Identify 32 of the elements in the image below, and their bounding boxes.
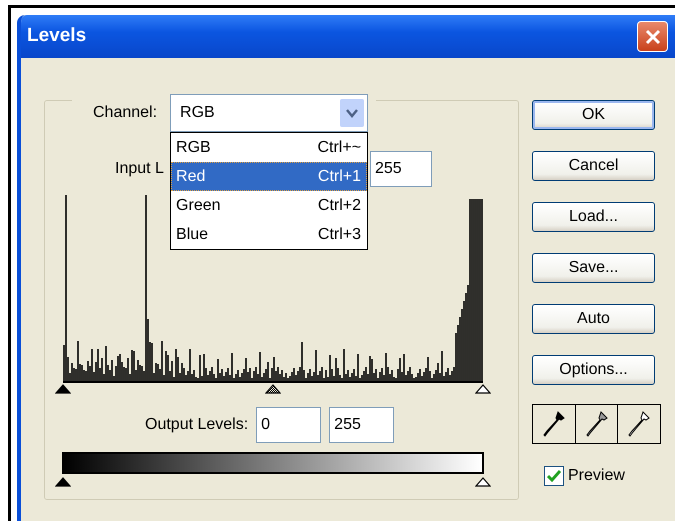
output-level-field[interactable]: 255 xyxy=(329,407,394,443)
window-title: Levels xyxy=(27,24,86,48)
slider-thumb[interactable] xyxy=(55,384,71,394)
slider-thumb[interactable] xyxy=(55,477,71,487)
slider-thumb[interactable] xyxy=(265,384,281,394)
channel-dropdown[interactable]: RGB xyxy=(170,94,368,132)
dialog-button[interactable]: Save... xyxy=(532,253,655,283)
eyedropper-icon xyxy=(542,410,566,438)
dialog-button[interactable]: Options... xyxy=(532,355,655,385)
dialog-button[interactable]: Cancel xyxy=(532,151,655,181)
output-levels-label: Output Levels: xyxy=(145,415,248,435)
input-level-field[interactable]: 255 xyxy=(370,151,432,187)
output-level-field[interactable]: 0 xyxy=(256,407,322,443)
preview-checkbox[interactable] xyxy=(544,466,564,486)
menu-item[interactable]: RGB Ctrl+~ xyxy=(171,133,368,162)
eyedropper-icon xyxy=(584,410,608,438)
menu-item[interactable]: Red Ctrl+1 xyxy=(171,162,368,191)
menu-item[interactable]: Green Ctrl+2 xyxy=(171,191,368,220)
checkmark-icon xyxy=(547,470,561,482)
dialog-button[interactable]: Auto xyxy=(532,304,655,334)
preview-label[interactable]: Preview xyxy=(568,464,625,488)
close-icon xyxy=(644,28,662,46)
dialog-button[interactable]: Load... xyxy=(532,202,655,232)
input-levels-label: Input L xyxy=(115,160,164,177)
dialog-button[interactable]: OK xyxy=(532,100,655,130)
slider-thumb[interactable] xyxy=(475,384,491,394)
slider-thumb[interactable] xyxy=(475,477,491,487)
eyedropper-icon xyxy=(627,410,652,438)
chevron-down-icon xyxy=(346,108,358,118)
menu-item[interactable]: Blue Ctrl+3 xyxy=(171,220,368,249)
close-button[interactable] xyxy=(637,21,668,52)
channel-label: Channel: xyxy=(93,103,158,123)
